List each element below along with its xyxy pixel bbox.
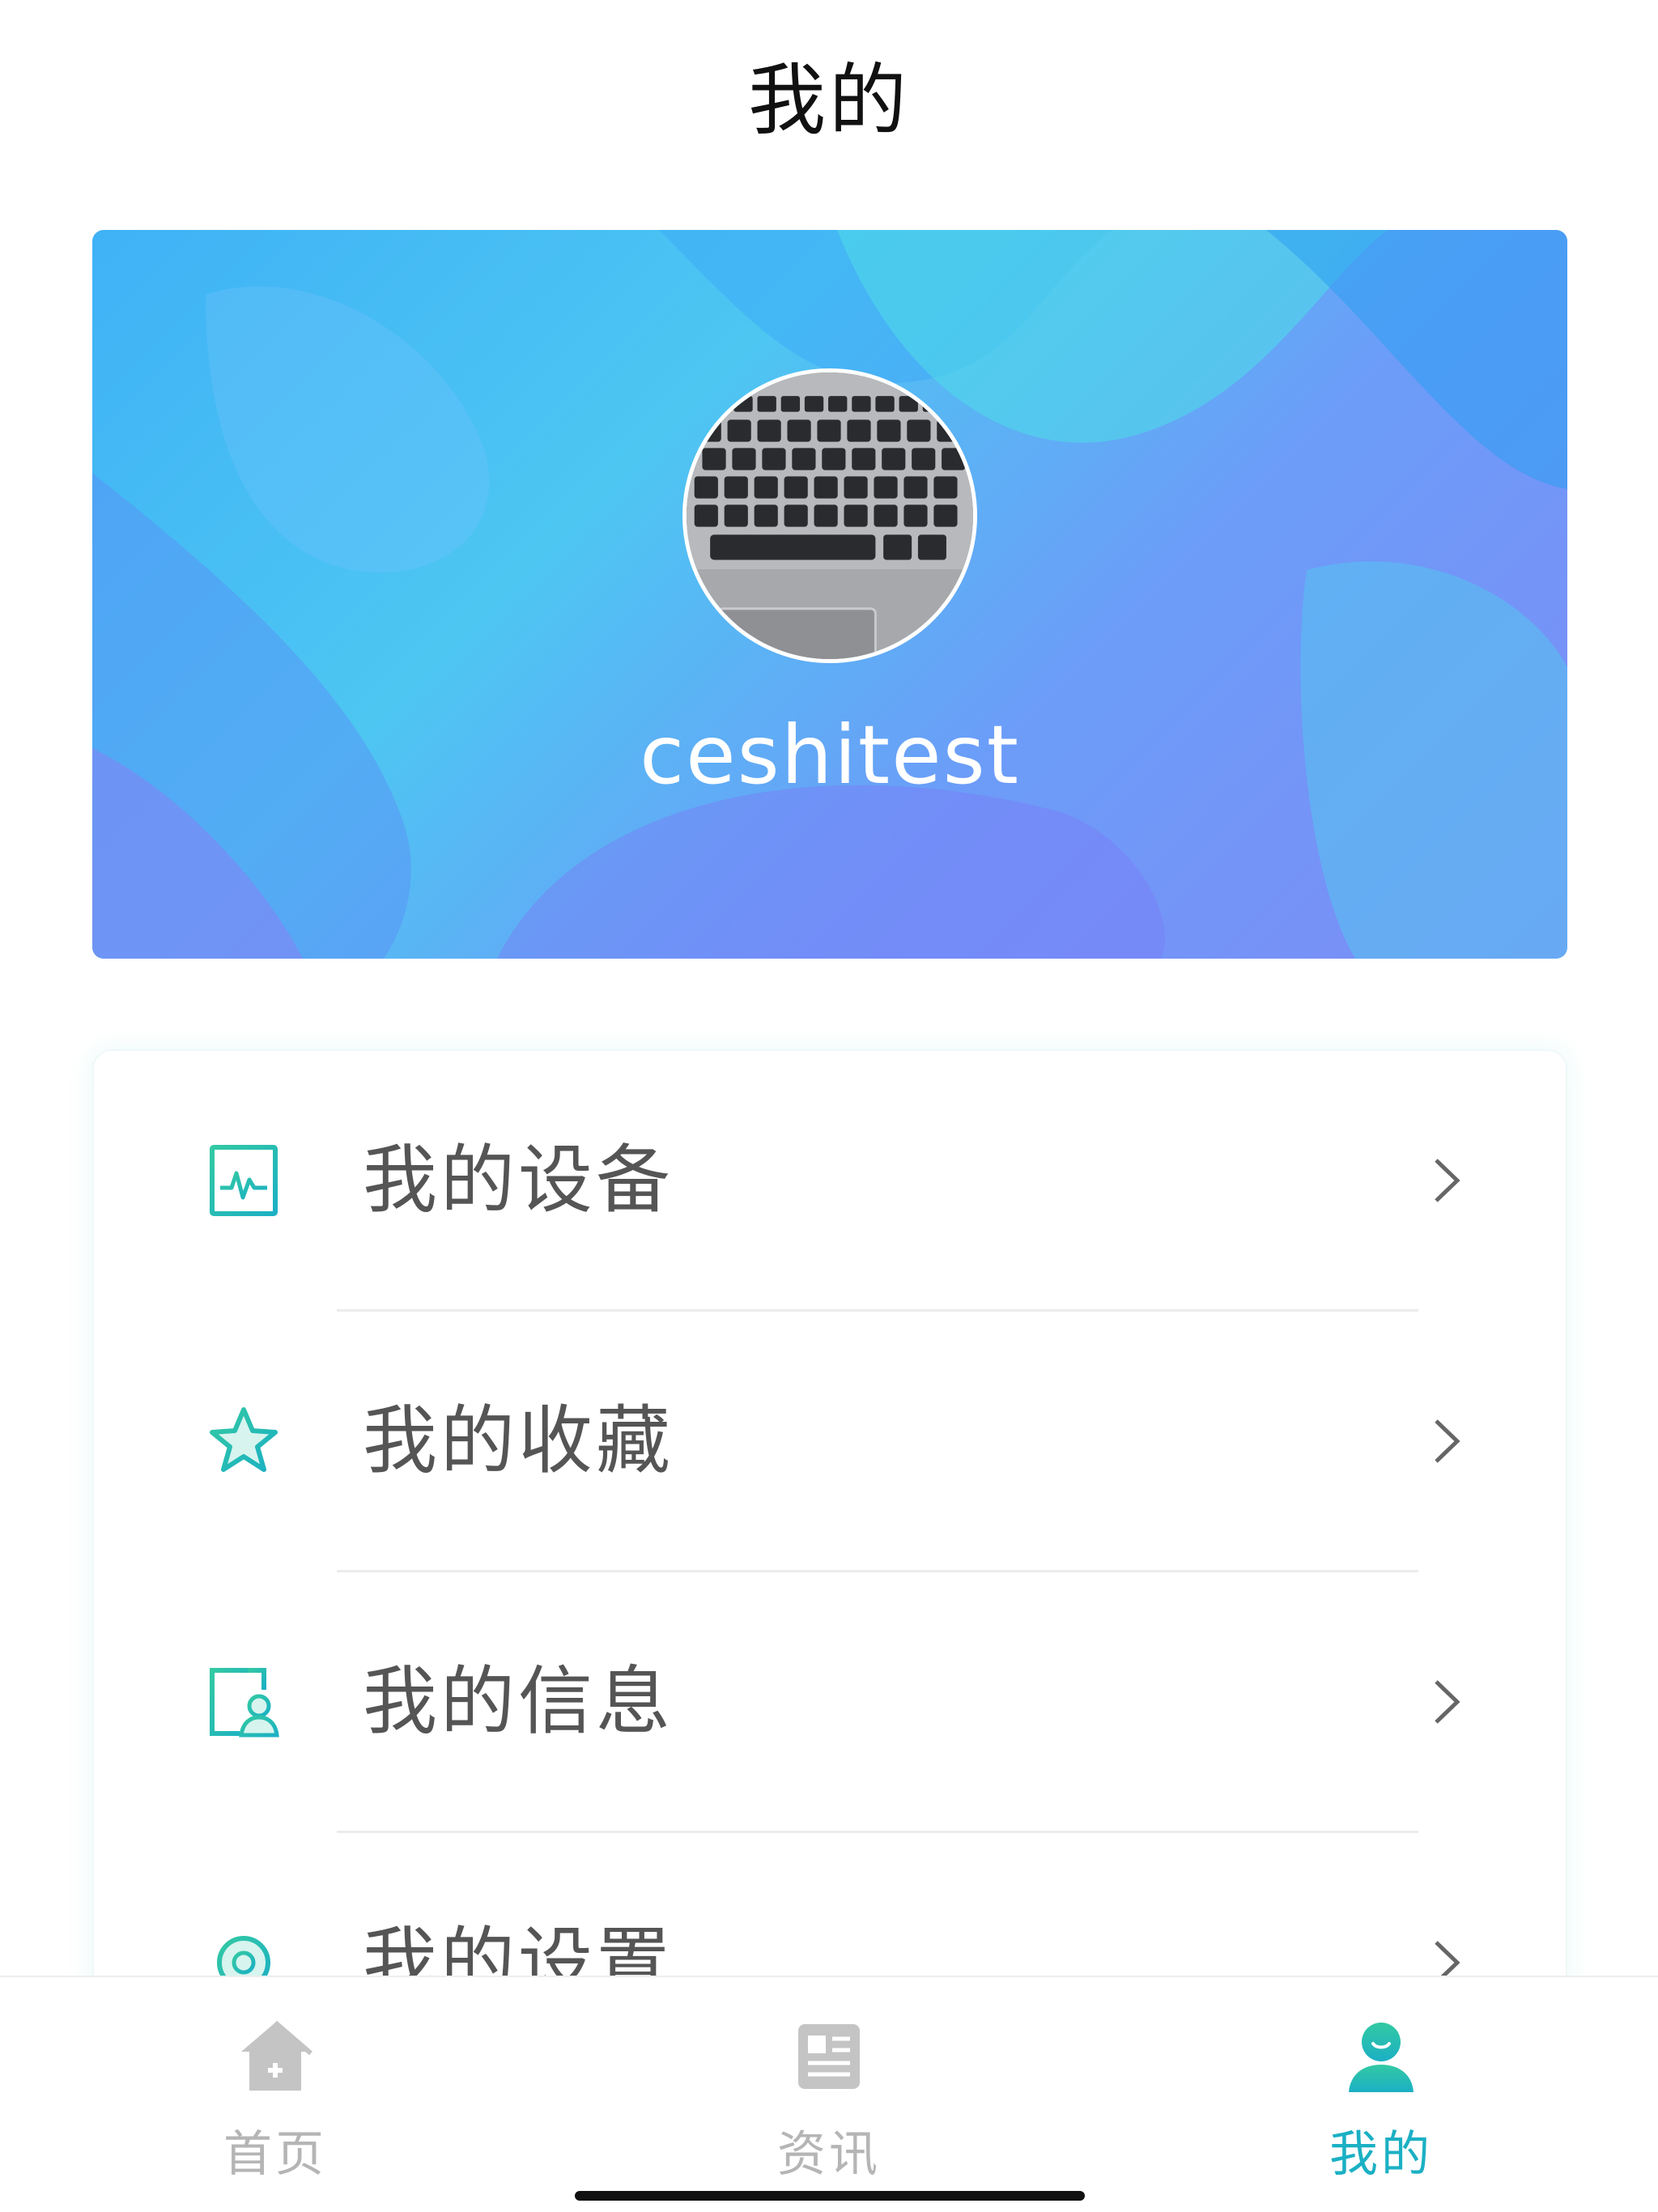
tab-label: 首页 <box>223 2126 327 2183</box>
tab-label: 资讯 <box>777 2126 881 2183</box>
tab-mine[interactable]: 我的 <box>1260 1977 1503 2183</box>
star-icon <box>207 1405 280 1478</box>
menu-item-label: 我的设备 <box>363 1137 674 1223</box>
menu-item-my-info[interactable]: 我的信息 <box>94 1572 1566 1833</box>
chevron-right-icon <box>1422 1413 1470 1470</box>
profile-banner: ceshitest <box>92 230 1567 959</box>
chevron-right-icon <box>1422 1152 1470 1209</box>
home-icon <box>235 2016 316 2097</box>
chevron-right-icon <box>1422 1674 1470 1730</box>
page-title: 我的 <box>748 54 910 146</box>
user-info-icon <box>207 1665 280 1738</box>
tab-home[interactable]: 首页 <box>154 1977 397 2183</box>
menu-item-my-devices[interactable]: 我的设备 <box>94 1051 1566 1312</box>
home-indicator <box>575 2191 1085 2201</box>
news-icon <box>789 2016 869 2097</box>
user-icon <box>1341 2016 1422 2097</box>
menu-item-label: 我的信息 <box>363 1658 674 1745</box>
menu-item-my-favorites[interactable]: 我的收藏 <box>94 1312 1566 1572</box>
avatar[interactable] <box>682 368 977 663</box>
bottom-tab-bar: 首页 资讯 我的 <box>0 1976 1658 2212</box>
avatar-photo-keyboard <box>687 372 973 659</box>
menu-item-label: 我的收藏 <box>363 1397 674 1484</box>
tab-label: 我的 <box>1329 2126 1433 2183</box>
username: ceshitest <box>640 708 1020 802</box>
device-monitor-icon <box>207 1144 280 1217</box>
tab-news[interactable]: 资讯 <box>708 1977 950 2183</box>
